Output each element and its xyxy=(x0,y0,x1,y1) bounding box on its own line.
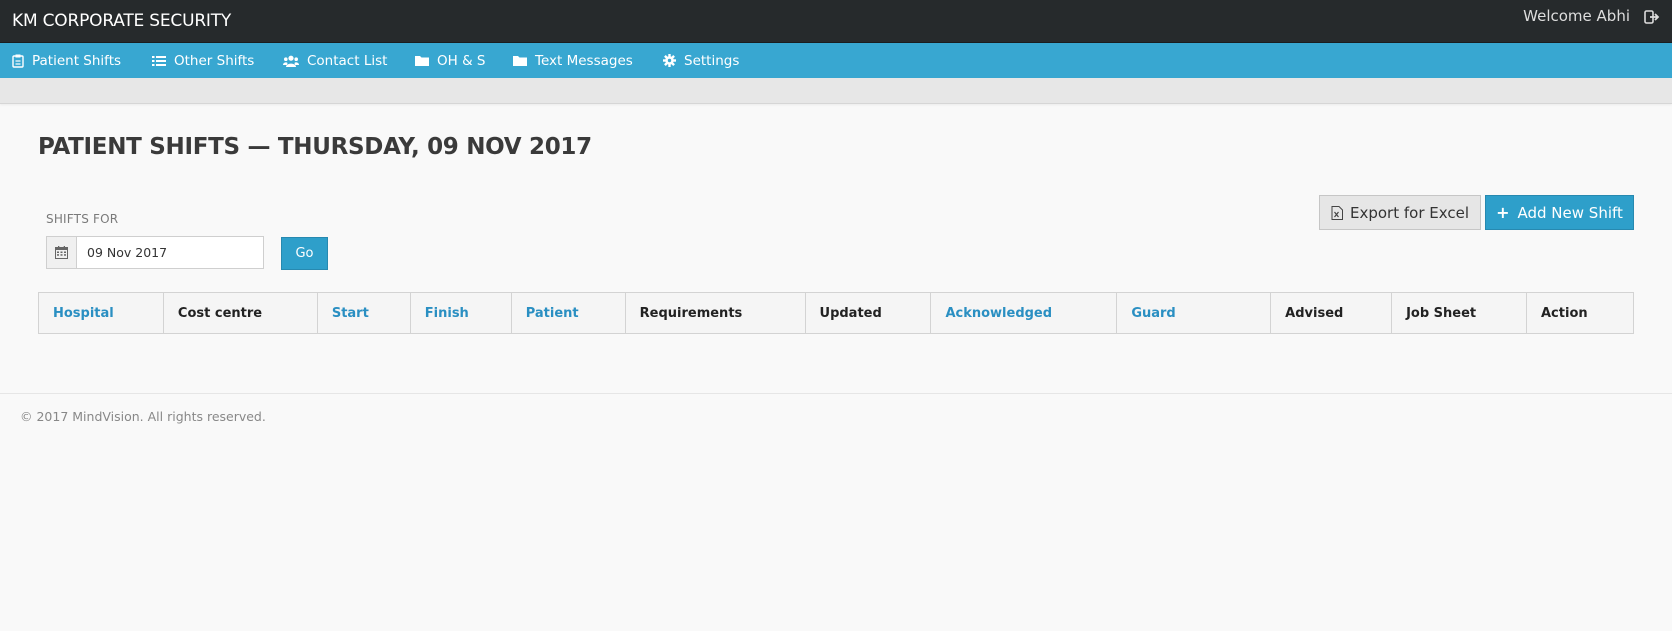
file-excel-icon xyxy=(1331,205,1343,220)
sign-out-icon[interactable] xyxy=(1644,9,1660,25)
column-header-guard[interactable]: Guard xyxy=(1116,292,1272,334)
list-icon xyxy=(152,55,166,66)
add-new-shift-button[interactable]: + Add New Shift xyxy=(1485,195,1634,230)
column-header-cost-centre: Cost centre xyxy=(162,292,318,334)
column-header-requirements: Requirements xyxy=(624,292,806,334)
date-picker xyxy=(46,236,264,269)
shifts-for-label: SHIFTS FOR xyxy=(46,212,119,226)
nav-item-other-shifts[interactable]: Other Shifts xyxy=(152,43,254,78)
column-header-job-sheet: Job Sheet xyxy=(1391,292,1527,334)
calendar-addon[interactable] xyxy=(47,237,77,268)
nav-label: Patient Shifts xyxy=(32,52,122,69)
nav-item-text-messages[interactable]: Text Messages xyxy=(513,43,633,78)
column-header-advised: Advised xyxy=(1270,292,1393,334)
go-button[interactable]: Go xyxy=(281,237,328,270)
nav-item-contact-list[interactable]: Contact List xyxy=(283,43,387,78)
column-header-patient[interactable]: Patient xyxy=(510,292,626,334)
add-label: Add New Shift xyxy=(1517,203,1623,222)
clipboard-icon xyxy=(12,54,24,68)
nav-item-oh-s[interactable]: OH & S xyxy=(415,43,485,78)
export-label: Export for Excel xyxy=(1350,203,1469,222)
users-icon xyxy=(283,55,299,67)
column-header-action: Action xyxy=(1526,292,1634,334)
sub-bar xyxy=(0,78,1672,104)
column-header-finish[interactable]: Finish xyxy=(409,292,512,334)
welcome-text: Welcome Abhi xyxy=(1523,7,1630,25)
brand-title[interactable]: KM CORPORATE SECURITY xyxy=(12,11,231,31)
top-bar: KM CORPORATE SECURITY Welcome Abhi xyxy=(0,0,1672,43)
nav-label: Contact List xyxy=(307,52,388,69)
nav-label: Text Messages xyxy=(535,52,633,69)
plus-icon: + xyxy=(1496,203,1510,222)
calendar-icon xyxy=(55,246,68,259)
nav-item-patient-shifts[interactable]: Patient Shifts xyxy=(12,43,121,78)
export-excel-button[interactable]: Export for Excel xyxy=(1319,195,1481,230)
nav-label: Other Shifts xyxy=(174,52,255,69)
column-header-updated: Updated xyxy=(804,292,932,334)
date-input[interactable] xyxy=(77,237,263,268)
shifts-table: Hospital Cost centre Start Finish Patien… xyxy=(38,292,1634,334)
page-title: PATIENT SHIFTS — THURSDAY, 09 NOV 2017 xyxy=(38,134,592,160)
nav-label: OH & S xyxy=(437,52,486,69)
column-header-acknowledged[interactable]: Acknowledged xyxy=(930,292,1118,334)
folder-icon xyxy=(415,56,429,66)
nav-item-settings[interactable]: Settings xyxy=(663,43,739,78)
table-header-row: Hospital Cost centre Start Finish Patien… xyxy=(38,292,1634,334)
column-header-start[interactable]: Start xyxy=(316,292,411,334)
gear-icon xyxy=(663,54,676,67)
footer-divider xyxy=(0,393,1672,394)
footer-copyright: © 2017 MindVision. All rights reserved. xyxy=(20,409,266,424)
nav-label: Settings xyxy=(684,52,740,69)
main-nav: Patient Shifts Other Shifts Contact List… xyxy=(0,43,1672,78)
folder-icon xyxy=(513,56,527,66)
column-header-hospital[interactable]: Hospital xyxy=(38,292,164,334)
